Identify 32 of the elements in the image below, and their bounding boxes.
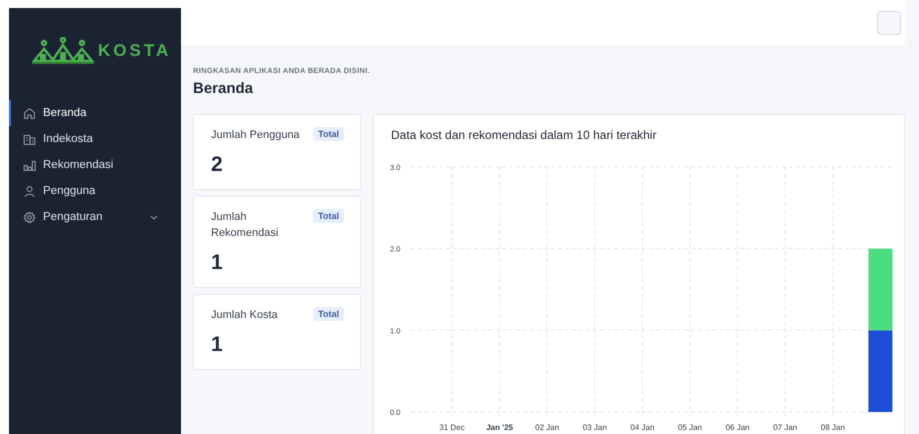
stat-value: 2 xyxy=(211,153,224,177)
x-axis-label: 31 Dec xyxy=(439,423,465,432)
bar-chart-icon xyxy=(23,158,36,172)
chart-title: Data kost dan rekomendasi dalam 10 hari terakhir xyxy=(390,127,658,142)
nav-item[interactable]: Pengaturan xyxy=(9,204,181,230)
settings-icon xyxy=(23,210,36,224)
x-axis-label: 06 Jan xyxy=(726,423,750,432)
logo-text: KOSTA xyxy=(98,41,172,61)
user-icon xyxy=(23,184,36,198)
stat-value: 1 xyxy=(211,251,224,275)
nav-item[interactable]: Pengguna xyxy=(9,178,181,204)
stat-label: Jumlah Rekomendasi xyxy=(211,210,280,241)
x-axis-label: 07 Jan xyxy=(773,423,798,432)
total-badge: Total xyxy=(313,209,344,223)
x-axis-label: 03 Jan xyxy=(582,423,607,432)
stat-label: Jumlah Kosta xyxy=(211,308,279,323)
x-axis-label: 08 Jan xyxy=(820,423,845,432)
page-title: Beranda xyxy=(193,80,254,97)
x-axis-label: Jan '25 xyxy=(486,423,513,432)
nav-item[interactable]: Rekomendasi xyxy=(9,152,181,178)
total-badge: Total xyxy=(313,127,344,141)
stat-label: Jumlah Pengguna xyxy=(211,128,301,143)
building-icon xyxy=(23,132,36,146)
x-axis-label: 02 Jan xyxy=(535,423,560,432)
stat-value: 1 xyxy=(211,333,224,357)
nav-item[interactable]: Indekosta xyxy=(9,126,181,152)
x-axis-label: 04 Jan xyxy=(630,423,654,432)
total-badge: Total xyxy=(313,307,344,321)
home-icon xyxy=(23,106,36,120)
x-axis-label: 05 Jan xyxy=(678,423,702,432)
houses-logo-icon xyxy=(32,37,94,65)
menu-button[interactable] xyxy=(877,11,901,35)
